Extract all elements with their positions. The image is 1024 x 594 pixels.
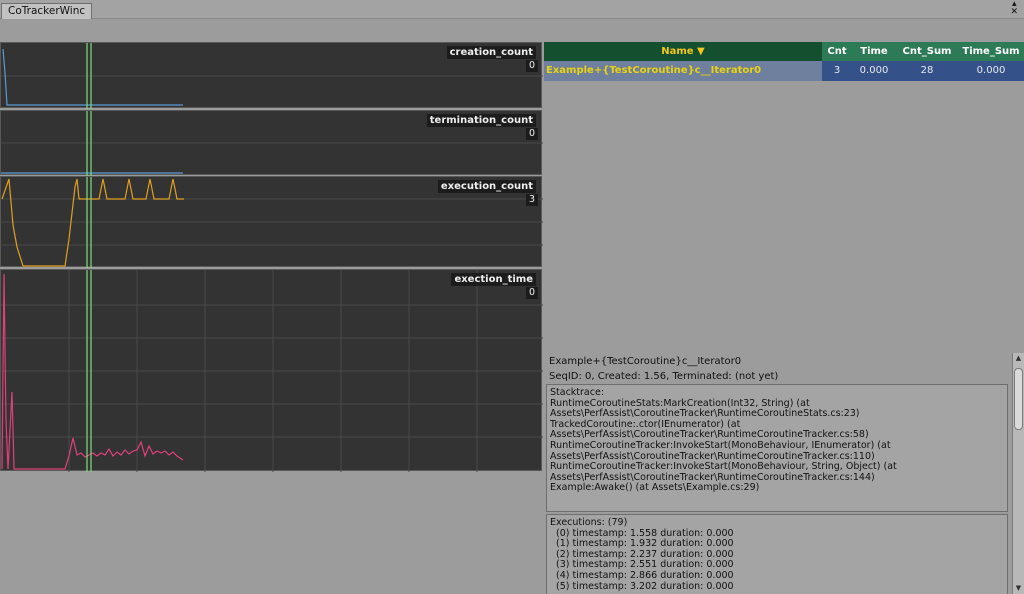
cell-cnt-sum: 28	[920, 65, 934, 76]
details-scrollbar[interactable]: ▲ ▼	[1012, 353, 1024, 594]
graph-label: creation_count	[446, 46, 536, 59]
detail-seq-info: SeqID: 0, Created: 1.56, Terminated: (no…	[549, 371, 779, 382]
coroutine-table: Name ▼ Cnt Time Cnt_Sum Time_Sum Example…	[544, 42, 1024, 81]
detail-title: Example+{TestCoroutine}c__Iterator0	[549, 356, 742, 367]
table-row[interactable]: Example+{TestCoroutine}c__Iterator0 3 0.…	[544, 61, 1024, 81]
graph-value: 0	[525, 60, 538, 72]
executions-line: Executions: (79)	[550, 517, 628, 528]
cell-time: 0.000	[859, 65, 889, 76]
close-icon[interactable]: ✕	[1010, 8, 1018, 17]
cell-cnt: 3	[833, 65, 841, 76]
graph-value: 0	[525, 128, 538, 140]
stacktrace-line: RuntimeCoroutineTracker:InvokeStart(Mono…	[550, 439, 891, 451]
window-buttons: ▴ ✕	[1010, 0, 1018, 17]
window-titlebar: CoTrackerWinc ▴ ✕	[0, 0, 1024, 19]
graph-termination-count[interactable]: termination_count 0	[0, 110, 543, 176]
graph-label: termination_count	[426, 114, 536, 127]
col-name-header[interactable]: Name ▼	[544, 42, 822, 61]
cell-name: Example+{TestCoroutine}c__Iterator0	[544, 61, 822, 81]
window-tab[interactable]: CoTrackerWinc	[1, 3, 93, 19]
scroll-down-icon[interactable]: ▼	[1013, 583, 1024, 594]
toolbar	[0, 19, 1024, 41]
graph-exection-time[interactable]: exection_time 0	[0, 269, 543, 472]
executions-box[interactable]: Executions: (79) (0) timestamp: 1.558 du…	[546, 514, 1008, 594]
col-time-header[interactable]: Time	[852, 42, 896, 61]
stacktrace-line: Example:Awake() (at Assets\Example.cs:29…	[550, 482, 760, 494]
executions-line: (5) timestamp: 3.202 duration: 0.000	[550, 580, 734, 592]
creation-series-line	[2, 48, 183, 106]
scroll-up-icon[interactable]: ▲	[1013, 353, 1024, 364]
graph-label: execution_count	[437, 180, 536, 193]
col-cnt-header[interactable]: Cnt	[822, 42, 852, 61]
graph-execution-count[interactable]: execution_count 3	[0, 176, 543, 268]
stacktrace-box[interactable]: Stacktrace: RuntimeCoroutineStats:MarkCr…	[546, 384, 1008, 512]
stacktrace-line: Stacktrace:	[550, 387, 605, 398]
col-cnt-sum-header[interactable]: Cnt_Sum	[896, 42, 958, 61]
col-time-sum-header[interactable]: Time_Sum	[958, 42, 1024, 61]
cell-time-sum: 0.000	[976, 65, 1006, 76]
table-header: Name ▼ Cnt Time Cnt_Sum Time_Sum	[544, 42, 1024, 61]
graph-value: 0	[525, 287, 538, 299]
graph-value: 3	[525, 194, 538, 206]
graph-creation-count[interactable]: creation_count 0	[0, 42, 543, 109]
scrollbar-thumb[interactable]	[1014, 368, 1023, 430]
executions-line: (4) timestamp: 2.866 duration: 0.000	[550, 569, 734, 581]
graph-exection-time-plot	[1, 270, 543, 472]
graph-label: exection_time	[451, 273, 536, 286]
